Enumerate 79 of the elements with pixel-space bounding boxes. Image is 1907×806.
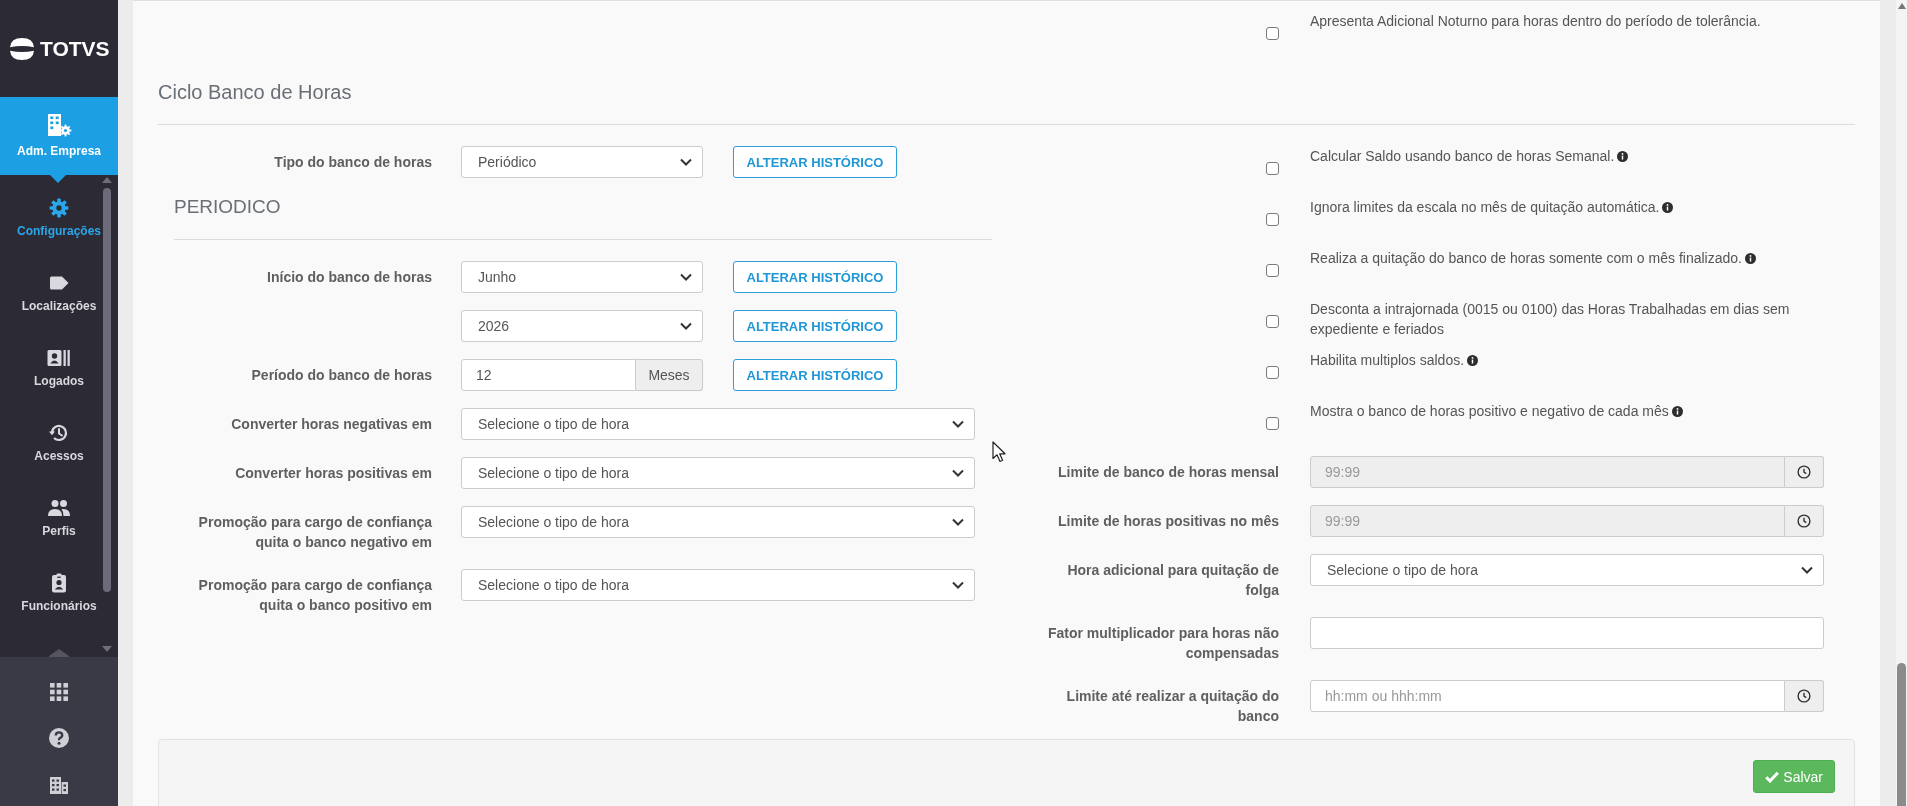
option-label: Mostra o banco de horas positivo e negativo de cada mês [1310,403,1669,419]
time-input[interactable]: hh:mm ou hhh:mm [1310,680,1785,712]
nav-item[interactable]: Perfis [42,498,76,539]
option-label: Realiza a quitação do banco de horas somente com o mês finalizado. [1310,250,1742,266]
field-label: Período do banco de horas [251,367,432,383]
clock-icon [1797,514,1811,528]
unit-addon: Meses [636,359,703,391]
scrollbar-thumb[interactable] [1897,663,1906,806]
field-label: Converter horas negativas em [231,416,432,432]
nav-item[interactable]: Logados [34,348,84,389]
building-icon[interactable] [49,775,69,795]
check-icon [1765,770,1780,783]
chevron-down-icon [952,469,964,477]
dropdown[interactable]: Selecione o tipo de hora [461,408,975,440]
people-icon [47,498,71,518]
badge-icon [51,573,67,593]
logo-wordmark: TOTVS [40,36,110,61]
chevron-down-icon [952,420,964,428]
checkbox[interactable] [1266,27,1279,40]
time-picker-button[interactable] [1785,456,1824,488]
time-picker-button[interactable] [1785,505,1824,537]
checkbox[interactable] [1266,213,1279,226]
dropdown[interactable]: Selecione o tipo de hora [461,569,975,601]
option-label: Habilita multiplos saldos. [1310,352,1465,368]
nav-item[interactable]: Funcionários [21,573,97,614]
time-picker-button[interactable] [1785,680,1824,712]
chevron-down-icon [952,518,964,526]
field-label: Fator multiplicador para horas não compensadas [1047,625,1279,661]
option-label: Desconta a intrajornada (0015 ou 0100) das Horas Trabalhadas em dias sem expediente e feriados [1310,301,1790,337]
field-label: Limite de horas positivas no mês [1058,513,1279,529]
checkbox[interactable] [1266,366,1279,379]
clock-icon [1797,465,1811,479]
checkbox[interactable] [1266,264,1279,277]
checkbox[interactable] [1266,315,1279,328]
selected-pointer-icon [50,175,66,183]
option-label: Ignora limites da escala no mês de quitação automática. [1310,199,1660,215]
dropdown[interactable]: Selecione o tipo de hora [1310,554,1824,586]
mouse-pointer-icon [992,441,1006,463]
chevron-down-icon [680,322,692,330]
option-label: Apresenta Adicional Noturno para horas dentro do período de tolerância. [1310,13,1761,29]
clock-icon [1797,689,1811,703]
scroll-down-arrow-icon[interactable] [102,646,112,652]
field-label: Limite até realizar a quitação do banco [1066,688,1279,724]
option-label: Calcular Saldo usando banco de horas Semanal. [1310,148,1615,164]
scroll-up-arrow-icon[interactable] [102,177,112,183]
dropdown[interactable]: Junho [461,261,703,293]
gear-icon [49,198,69,218]
chevron-down-icon [1801,566,1813,574]
dropdown[interactable]: Selecione o tipo de hora [461,506,975,538]
history-icon [49,423,69,443]
field-label: Promoção para cargo de confiança quita o banco positivo em [198,577,432,613]
id-card-icon [47,348,71,368]
scroll-up-arrow-icon[interactable] [1898,3,1906,9]
dropdown[interactable]: Periódico [461,146,703,178]
section-title: Ciclo Banco de Horas [158,80,352,104]
checkbox[interactable] [1266,162,1279,175]
text-input[interactable] [1310,617,1824,649]
field-label: Hora adicional para quitação de folga [1067,562,1279,598]
apps-grid-icon[interactable] [50,683,68,701]
nav-item[interactable]: Localizações [21,273,97,314]
period-input[interactable]: 12 [461,359,636,391]
subsection-title: PERIODICO [174,195,281,219]
chevron-down-icon [680,273,692,281]
field-label: Limite de banco de horas mensal [1058,464,1279,480]
chevron-down-icon [680,158,692,166]
field-label: Converter horas positivas em [235,465,432,481]
scrollbar-thumb[interactable] [103,188,111,592]
help-icon[interactable] [49,728,69,748]
nav-item[interactable]: Acessos [34,423,84,464]
dropdown[interactable]: Selecione o tipo de hora [461,457,975,489]
field-label: Tipo do banco de horas [274,154,432,170]
field-label: Promoção para cargo de confiança quita o banco negativo em [198,514,432,550]
building-gear-icon [46,113,72,137]
nav-item[interactable]: Configurações [17,198,101,239]
dropdown[interactable]: 2026 [461,310,703,342]
logo-icon [8,36,36,61]
chevron-down-icon [952,581,964,589]
checkbox[interactable] [1266,417,1279,430]
field-label: Início do banco de horas [267,269,432,285]
